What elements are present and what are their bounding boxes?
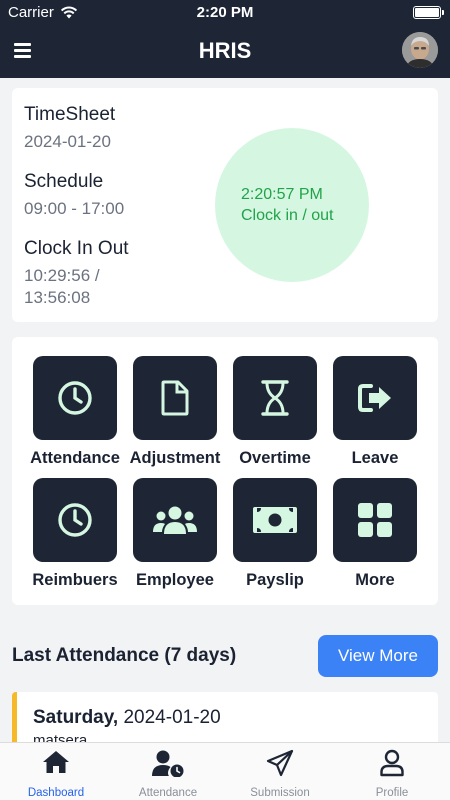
attendance-day: Saturday, [33,707,119,728]
document-icon [161,380,189,416]
current-time: 2:20:57 PM [241,186,323,203]
menu-tile [33,356,117,440]
menu-item-payslip[interactable]: Payslip [225,478,325,590]
schedule-label: Schedule [24,171,104,192]
menu-tile [233,356,317,440]
feature-menu: Attendance Adjustment Overtime Leave Rei… [12,337,438,605]
status-time: 2:20 PM [196,4,254,21]
paper-plane-icon [266,749,294,777]
clock-in-out-label: Clock In Out [24,238,129,259]
clock-icon [58,381,92,415]
menu-item-label: Attendance [30,449,120,467]
clock-icon [58,503,92,537]
menu-item-reimbursement[interactable]: Reimbuers [25,478,125,590]
menu-tile [33,478,117,562]
app-header: HRIS [0,26,450,78]
menu-item-leave[interactable]: Leave [325,356,425,468]
hourglass-icon [261,380,289,416]
menu-item-label: More [355,571,395,589]
timesheet-card: TimeSheet 2024-01-20 Schedule 09:00 - 17… [12,88,438,322]
user-clock-icon [152,750,184,777]
menu-tile [133,478,217,562]
menu-item-adjustment[interactable]: Adjustment [125,356,225,468]
menu-item-label: Adjustment [129,449,221,467]
timesheet-date-block: TimeSheet 2024-01-20 [24,104,115,153]
clock-in-out-block: Clock In Out 10:29:56 / 13:56:08 [24,238,129,309]
menu-item-attendance[interactable]: Attendance [25,356,125,468]
view-more-button[interactable]: View More [318,635,438,677]
attendance-date-line: Saturday, 2024-01-20 [33,707,221,729]
battery-icon [413,6,444,19]
menu-item-more[interactable]: More [325,478,425,590]
tab-label: Submission [250,787,310,799]
menu-item-label: Overtime [239,449,311,467]
timesheet-date: 2024-01-20 [24,132,111,151]
avatar[interactable] [402,32,438,68]
menu-tile [333,356,417,440]
menu-item-overtime[interactable]: Overtime [225,356,325,468]
tab-attendance[interactable]: Attendance [112,743,224,800]
menu-tile [333,478,417,562]
tab-dashboard[interactable]: Dashboard [0,743,112,800]
app-title: HRIS [198,38,252,63]
timesheet-title: TimeSheet [24,104,116,125]
exit-icon [358,384,391,412]
bottom-tab-bar: Dashboard Attendance Submission Profile [0,742,450,800]
home-icon [43,751,69,773]
tab-profile[interactable]: Profile [336,743,448,800]
attendance-date: 2024-01-20 [123,707,221,728]
clock-in-time: 10:29:56 / [24,266,100,285]
status-bar: Carrier 2:20 PM [0,0,450,26]
tab-label: Profile [375,787,409,799]
schedule-value: 09:00 - 17:00 [24,199,125,218]
users-icon [153,506,197,534]
menu-tile [233,478,317,562]
clock-out-time: 13:56:08 [24,288,91,307]
grid-icon [358,503,392,537]
user-icon [380,749,404,777]
menu-item-label: Employee [136,571,214,589]
menu-item-label: Reimbuers [32,571,118,589]
money-icon [253,507,297,533]
menu-item-employee[interactable]: Employee [125,478,225,590]
tab-label: Attendance [138,787,198,799]
tab-submission[interactable]: Submission [224,743,336,800]
clock-action-label: Clock in / out [241,207,334,224]
last-attendance-title: Last Attendance (7 days) [12,645,237,666]
tab-label: Dashboard [27,787,85,799]
menu-item-label: Payslip [246,571,304,589]
menu-tile [133,356,217,440]
menu-item-label: Leave [351,449,399,467]
schedule-block: Schedule 09:00 - 17:00 [24,171,124,220]
clock-in-out-button[interactable]: 2:20:57 PM Clock in / out [215,128,369,282]
